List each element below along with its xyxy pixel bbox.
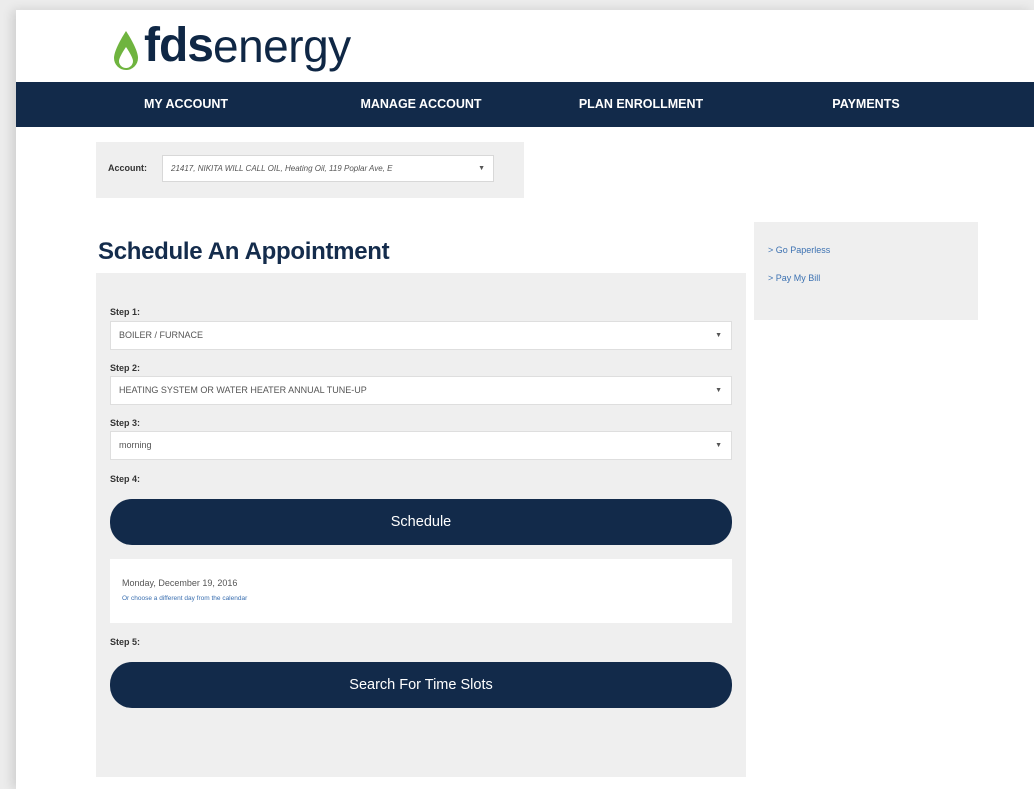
page-title: Schedule An Appointment [98, 238, 390, 265]
main-navigation: MY ACCOUNT MANAGE ACCOUNT PLAN ENROLLMEN… [16, 82, 1034, 127]
nav-plan-enrollment[interactable]: PLAN ENROLLMENT [566, 82, 716, 127]
search-time-slots-button[interactable]: Search For Time Slots [110, 662, 732, 708]
account-select-value: 21417, NIKITA WILL CALL OIL, Heating Oil… [171, 164, 393, 173]
service-type-value: HEATING SYSTEM OR WATER HEATER ANNUAL TU… [119, 385, 367, 395]
choose-date-link[interactable]: Or choose a different day from the calen… [122, 595, 247, 602]
chevron-down-icon: ▼ [478, 165, 485, 172]
schedule-button[interactable]: Schedule [110, 499, 732, 545]
chevron-down-icon: ▼ [715, 387, 722, 394]
selected-date-text: Monday, December 19, 2016 [122, 578, 238, 588]
account-label: Account: [108, 163, 147, 173]
appointment-form: Step 1: BOILER / FURNACE ▼ Step 2: HEATI… [96, 273, 746, 777]
service-category-select[interactable]: BOILER / FURNACE ▼ [110, 321, 732, 350]
step3-label: Step 3: [110, 418, 141, 428]
logo[interactable]: fds energy [111, 14, 351, 78]
step2-label: Step 2: [110, 363, 141, 373]
logo-energy-text: energy [213, 20, 351, 72]
step1-label: Step 1: [110, 307, 141, 317]
go-paperless-link[interactable]: > Go Paperless [768, 245, 830, 255]
nav-manage-account[interactable]: MANAGE ACCOUNT [346, 82, 496, 127]
account-selector-box: Account: 21417, NIKITA WILL CALL OIL, He… [96, 142, 524, 198]
page: fds energy MY ACCOUNT MANAGE ACCOUNT PLA… [16, 10, 1034, 789]
step4-label: Step 4: [110, 474, 141, 484]
nav-my-account[interactable]: MY ACCOUNT [126, 82, 246, 127]
logo-fds-text: fds [144, 19, 214, 72]
pay-my-bill-link[interactable]: > Pay My Bill [768, 273, 820, 283]
step5-label: Step 5: [110, 637, 141, 647]
time-of-day-value: morning [119, 440, 152, 450]
service-type-select[interactable]: HEATING SYSTEM OR WATER HEATER ANNUAL TU… [110, 376, 732, 405]
chevron-down-icon: ▼ [715, 442, 722, 449]
service-category-value: BOILER / FURNACE [119, 330, 204, 340]
chevron-down-icon: ▼ [715, 332, 722, 339]
time-of-day-select[interactable]: morning ▼ [110, 431, 732, 460]
droplet-icon [114, 31, 138, 70]
account-select[interactable]: 21417, NIKITA WILL CALL OIL, Heating Oil… [162, 155, 494, 182]
quick-links-panel: > Go Paperless > Pay My Bill [754, 222, 978, 320]
selected-date-box: Monday, December 19, 2016 Or choose a di… [110, 559, 732, 623]
nav-payments[interactable]: PAYMENTS [811, 82, 921, 127]
